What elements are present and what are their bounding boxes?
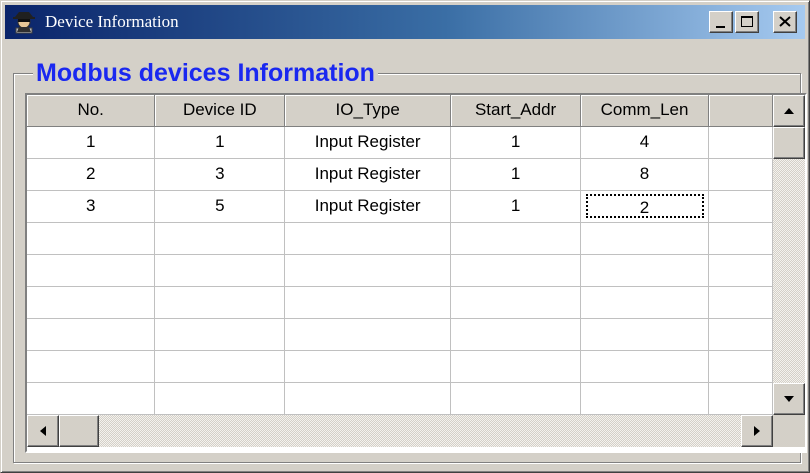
scroll-left-button[interactable] xyxy=(27,415,59,447)
cell-start-addr[interactable] xyxy=(450,318,582,351)
cell-device-id[interactable]: 5 xyxy=(154,190,286,223)
device-information-window: Device Information Modbus devices Inform… xyxy=(0,0,810,473)
cell-comm-len[interactable] xyxy=(580,254,710,287)
cell-device-id[interactable] xyxy=(154,350,286,383)
current-cell[interactable]: 2 xyxy=(580,190,710,223)
header-row: No. Device ID IO_Type Start_Addr Comm_Le… xyxy=(27,95,773,127)
cell-no[interactable] xyxy=(27,382,156,415)
close-button[interactable] xyxy=(773,11,797,33)
cell-comm-len[interactable] xyxy=(580,382,710,415)
cell-io-type[interactable] xyxy=(284,350,452,383)
cell-comm-len[interactable]: 8 xyxy=(580,158,710,191)
cell-extra[interactable] xyxy=(708,158,773,191)
horizontal-scroll-thumb[interactable] xyxy=(59,415,99,447)
cell-start-addr[interactable] xyxy=(450,350,582,383)
table-row[interactable]: 1 1 Input Register 1 4 xyxy=(27,126,773,159)
cell-extra[interactable] xyxy=(708,286,773,319)
cell-device-id[interactable] xyxy=(154,254,286,287)
vertical-scroll-thumb[interactable] xyxy=(773,127,805,159)
cell-comm-len[interactable]: 4 xyxy=(580,126,710,159)
cell-device-id[interactable] xyxy=(154,286,286,319)
cell-no[interactable]: 3 xyxy=(27,190,156,223)
cell-extra[interactable] xyxy=(708,126,773,159)
maximize-icon xyxy=(741,16,753,27)
cell-io-type[interactable] xyxy=(284,382,452,415)
cell-start-addr[interactable]: 1 xyxy=(450,190,582,223)
scrollbar-corner xyxy=(773,415,805,447)
cell-extra[interactable] xyxy=(708,318,773,351)
column-header-comm-len[interactable]: Comm_Len xyxy=(580,95,710,127)
cell-no[interactable] xyxy=(27,254,156,287)
table-row[interactable]: 2 3 Input Register 1 8 xyxy=(27,158,773,191)
cell-device-id[interactable]: 1 xyxy=(154,126,286,159)
cell-comm-len[interactable] xyxy=(580,350,710,383)
cell-start-addr[interactable] xyxy=(450,382,582,415)
minimize-icon xyxy=(716,26,725,28)
cell-extra[interactable] xyxy=(708,190,773,223)
cell-extra[interactable] xyxy=(708,254,773,287)
cell-extra[interactable] xyxy=(708,350,773,383)
cell-io-type[interactable] xyxy=(284,318,452,351)
arrow-left-icon xyxy=(40,426,46,436)
column-header-start-addr[interactable]: Start_Addr xyxy=(450,95,582,127)
cell-io-type[interactable] xyxy=(284,222,452,255)
column-header-extra[interactable] xyxy=(708,95,773,127)
grid-viewport: No. Device ID IO_Type Start_Addr Comm_Le… xyxy=(27,95,773,415)
cell-no[interactable] xyxy=(27,350,156,383)
cell-start-addr[interactable] xyxy=(450,254,582,287)
horizontal-scrollbar[interactable] xyxy=(27,415,773,447)
cell-start-addr[interactable] xyxy=(450,222,582,255)
cell-io-type[interactable] xyxy=(284,286,452,319)
scroll-down-button[interactable] xyxy=(773,383,805,415)
scroll-up-button[interactable] xyxy=(773,95,805,127)
window-title: Device Information xyxy=(45,12,179,31)
minimize-button[interactable] xyxy=(709,11,733,33)
cell-no[interactable] xyxy=(27,318,156,351)
cell-no[interactable] xyxy=(27,286,156,319)
cell-no[interactable] xyxy=(27,222,156,255)
cell-device-id[interactable] xyxy=(154,318,286,351)
arrow-right-icon xyxy=(754,426,760,436)
group-title: Modbus devices Information xyxy=(33,58,378,88)
cell-io-type[interactable]: Input Register xyxy=(284,126,452,159)
devices-table: No. Device ID IO_Type Start_Addr Comm_Le… xyxy=(27,95,773,415)
devices-grid[interactable]: No. Device ID IO_Type Start_Addr Comm_Le… xyxy=(25,93,807,453)
device-spy-icon xyxy=(11,10,37,34)
cell-comm-len[interactable] xyxy=(580,222,710,255)
cell-no[interactable]: 2 xyxy=(27,158,156,191)
scroll-right-button[interactable] xyxy=(741,415,773,447)
cell-device-id[interactable] xyxy=(154,222,286,255)
cell-extra[interactable] xyxy=(708,222,773,255)
table-row[interactable] xyxy=(27,286,773,319)
cell-start-addr[interactable] xyxy=(450,286,582,319)
current-cell-value: 2 xyxy=(585,194,704,218)
table-row[interactable] xyxy=(27,222,773,255)
table-row[interactable]: 3 5 Input Register 1 2 xyxy=(27,190,773,223)
arrow-up-icon xyxy=(784,108,794,114)
cell-start-addr[interactable]: 1 xyxy=(450,126,582,159)
vertical-scrollbar[interactable] xyxy=(773,95,805,415)
column-header-device-id[interactable]: Device ID xyxy=(154,95,286,127)
cell-extra[interactable] xyxy=(708,382,773,415)
title-bar[interactable]: Device Information xyxy=(5,5,805,39)
cell-io-type[interactable]: Input Register xyxy=(284,190,452,223)
table-row[interactable] xyxy=(27,382,773,415)
cell-io-type[interactable] xyxy=(284,254,452,287)
cell-start-addr[interactable]: 1 xyxy=(450,158,582,191)
close-icon xyxy=(779,16,791,27)
cell-no[interactable]: 1 xyxy=(27,126,156,159)
column-header-io-type[interactable]: IO_Type xyxy=(284,95,452,127)
maximize-button[interactable] xyxy=(735,11,759,33)
cell-device-id[interactable]: 3 xyxy=(154,158,286,191)
table-row[interactable] xyxy=(27,350,773,383)
table-row[interactable] xyxy=(27,318,773,351)
cell-io-type[interactable]: Input Register xyxy=(284,158,452,191)
column-header-no[interactable]: No. xyxy=(27,95,156,127)
cell-comm-len[interactable] xyxy=(580,318,710,351)
arrow-down-icon xyxy=(784,396,794,402)
cell-device-id[interactable] xyxy=(154,382,286,415)
cell-comm-len[interactable] xyxy=(580,286,710,319)
table-row[interactable] xyxy=(27,254,773,287)
